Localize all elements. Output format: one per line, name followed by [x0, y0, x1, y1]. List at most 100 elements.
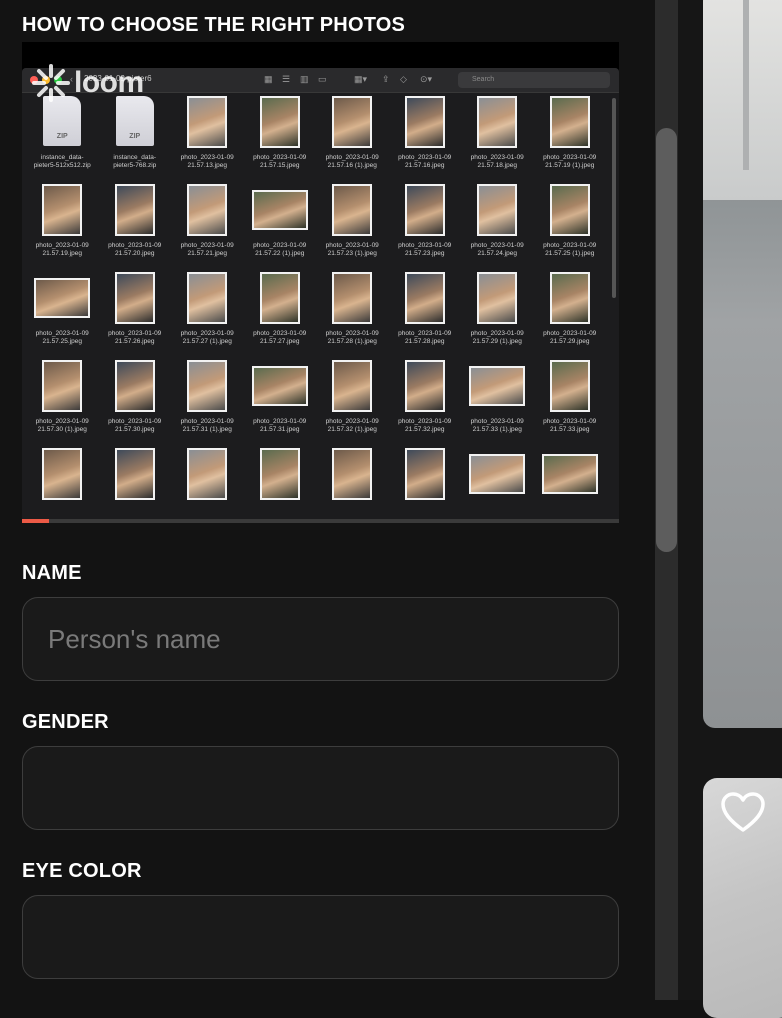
file-item[interactable]: photo_2023-01-09 21.57.16.jpeg	[389, 94, 462, 182]
file-item[interactable]	[389, 446, 462, 520]
photo-thumbnail	[332, 272, 373, 324]
file-item[interactable]: ZIP instance_data- pieter5-768.zip	[99, 94, 172, 182]
more-actions-icon[interactable]: ⊙▾	[420, 74, 432, 85]
file-item[interactable]: photo_2023-01-09 21.57.23 (1).jpeg	[316, 182, 389, 270]
file-item[interactable]: photo_2023-01-09 21.57.28.jpeg	[389, 270, 462, 358]
photo-thumbnail	[469, 454, 526, 494]
file-item[interactable]: photo_2023-01-09 21.57.27.jpeg	[244, 270, 317, 358]
file-name: photo_2023-01-09 21.57.19 (1).jpeg	[543, 154, 597, 169]
file-name: photo_2023-01-09 21.57.27.jpeg	[253, 330, 307, 345]
file-item[interactable]: photo_2023-01-09 21.57.30 (1).jpeg	[26, 358, 99, 446]
file-item[interactable]: photo_2023-01-09 21.57.21.jpeg	[171, 182, 244, 270]
file-item[interactable]: photo_2023-01-09 21.57.27 (1).jpeg	[171, 270, 244, 358]
group-icon[interactable]: ▦▾	[354, 74, 367, 85]
file-name: photo_2023-01-09 21.57.19.jpeg	[35, 242, 89, 257]
file-name: photo_2023-01-09 21.57.29.jpeg	[543, 330, 597, 345]
file-item[interactable]: photo_2023-01-09 21.57.24.jpeg	[461, 182, 534, 270]
file-item[interactable]: photo_2023-01-09 21.57.29.jpeg	[534, 270, 607, 358]
photo-thumbnail	[114, 272, 155, 324]
file-item[interactable]: photo_2023-01-09 21.57.19 (1).jpeg	[534, 94, 607, 182]
file-name: photo_2023-01-09 21.57.33.jpeg	[543, 418, 597, 433]
photo-thumbnail	[541, 454, 598, 494]
tutorial-video[interactable]: loom ‹ 2023-01-09 pieter6 ▦ ☰ ▥ ▭ ▦▾ ⇪ ◇…	[22, 42, 619, 520]
loom-brand-text: loom	[74, 66, 144, 99]
file-name: photo_2023-01-09 21.57.29 (1).jpeg	[470, 330, 524, 345]
photo-thumbnail	[251, 366, 308, 406]
file-item[interactable]: ZIP instance_data- pieter5-512x512.zip	[26, 94, 99, 182]
file-item[interactable]: photo_2023-01-09 21.57.26.jpeg	[99, 270, 172, 358]
heart-outline-icon[interactable]	[719, 790, 767, 834]
loom-watermark: loom	[32, 64, 144, 102]
form-panel: HOW TO CHOOSE THE RIGHT PHOTOS loom ‹ 20…	[0, 0, 655, 1000]
file-item[interactable]	[461, 446, 534, 520]
file-name: photo_2023-01-09 21.57.24.jpeg	[470, 242, 524, 257]
file-item[interactable]	[316, 446, 389, 520]
eye-color-label: EYE COLOR	[22, 860, 142, 882]
photo-thumbnail	[404, 448, 445, 500]
file-item[interactable]: photo_2023-01-09 21.57.25.jpeg	[26, 270, 99, 358]
finder-vertical-scrollbar[interactable]	[612, 98, 616, 298]
zip-file-icon: ZIP	[43, 96, 82, 146]
column-view-icon[interactable]: ▥	[300, 74, 309, 85]
file-item[interactable]: photo_2023-01-09 21.57.20.jpeg	[99, 182, 172, 270]
file-item[interactable]: photo_2023-01-09 21.57.19.jpeg	[26, 182, 99, 270]
photo-thumbnail	[332, 184, 373, 236]
photo-thumbnail	[114, 184, 155, 236]
file-name: photo_2023-01-09 21.57.18.jpeg	[470, 154, 524, 169]
name-input[interactable]	[22, 597, 619, 681]
file-item[interactable]: photo_2023-01-09 21.57.33.jpeg	[534, 358, 607, 446]
file-name: photo_2023-01-09 21.57.28.jpeg	[398, 330, 452, 345]
photo-thumbnail	[477, 272, 518, 324]
file-item[interactable]: photo_2023-01-09 21.57.29 (1).jpeg	[461, 270, 534, 358]
photo-thumbnail	[332, 96, 373, 148]
file-item[interactable]	[99, 446, 172, 520]
preview-image-card[interactable]	[703, 0, 782, 728]
file-name: photo_2023-01-09 21.57.23.jpeg	[398, 242, 452, 257]
gallery-view-icon[interactable]: ▭	[318, 74, 327, 85]
gender-label: GENDER	[22, 711, 109, 733]
file-item[interactable]: photo_2023-01-09 21.57.25 (1).jpeg	[534, 182, 607, 270]
photo-thumbnail	[187, 360, 228, 412]
file-name: photo_2023-01-09 21.57.30 (1).jpeg	[35, 418, 89, 433]
gender-select[interactable]	[22, 746, 619, 830]
wall-pillar	[743, 0, 749, 170]
list-view-icon[interactable]: ☰	[282, 74, 290, 85]
tag-icon[interactable]: ◇	[400, 74, 407, 85]
photo-thumbnail	[42, 184, 83, 236]
photo-thumbnail	[42, 448, 83, 500]
file-item[interactable]	[26, 446, 99, 520]
file-item[interactable]: photo_2023-01-09 21.57.18.jpeg	[461, 94, 534, 182]
photo-thumbnail	[114, 360, 155, 412]
preview-image-card-2[interactable]	[703, 778, 782, 1018]
file-item[interactable]: photo_2023-01-09 21.57.15.jpeg	[244, 94, 317, 182]
grid-view-icon[interactable]: ▦	[264, 74, 273, 85]
how-to-title: HOW TO CHOOSE THE RIGHT PHOTOS	[22, 14, 406, 36]
share-icon[interactable]: ⇪	[382, 74, 390, 85]
video-progress-bar[interactable]	[22, 519, 619, 523]
file-item[interactable]	[534, 446, 607, 520]
file-item[interactable]: photo_2023-01-09 21.57.23.jpeg	[389, 182, 462, 270]
finder-search-input[interactable]: Search	[458, 72, 610, 88]
file-item[interactable]	[244, 446, 317, 520]
photo-thumbnail	[549, 96, 590, 148]
file-name: photo_2023-01-09 21.57.13.jpeg	[180, 154, 234, 169]
file-item[interactable]: photo_2023-01-09 21.57.28 (1).jpeg	[316, 270, 389, 358]
file-item[interactable]: photo_2023-01-09 21.57.32.jpeg	[389, 358, 462, 446]
file-name: photo_2023-01-09 21.57.16.jpeg	[398, 154, 452, 169]
file-item[interactable]: photo_2023-01-09 21.57.32 (1).jpeg	[316, 358, 389, 446]
file-item[interactable]: photo_2023-01-09 21.57.13.jpeg	[171, 94, 244, 182]
file-name: photo_2023-01-09 21.57.25 (1).jpeg	[543, 242, 597, 257]
page-scrollbar-thumb[interactable]	[656, 128, 677, 552]
file-name: photo_2023-01-09 21.57.32 (1).jpeg	[325, 418, 379, 433]
file-item[interactable]: photo_2023-01-09 21.57.22 (1).jpeg	[244, 182, 317, 270]
file-name: photo_2023-01-09 21.57.27 (1).jpeg	[180, 330, 234, 345]
file-item[interactable]: photo_2023-01-09 21.57.33 (1).jpeg	[461, 358, 534, 446]
file-item[interactable]: photo_2023-01-09 21.57.31.jpeg	[244, 358, 317, 446]
photo-thumbnail	[477, 96, 518, 148]
file-item[interactable]: photo_2023-01-09 21.57.31 (1).jpeg	[171, 358, 244, 446]
eye-color-select[interactable]	[22, 895, 619, 979]
file-item[interactable]: photo_2023-01-09 21.57.30.jpeg	[99, 358, 172, 446]
file-item[interactable]	[171, 446, 244, 520]
file-item[interactable]: photo_2023-01-09 21.57.16 (1).jpeg	[316, 94, 389, 182]
photo-thumbnail	[259, 272, 300, 324]
